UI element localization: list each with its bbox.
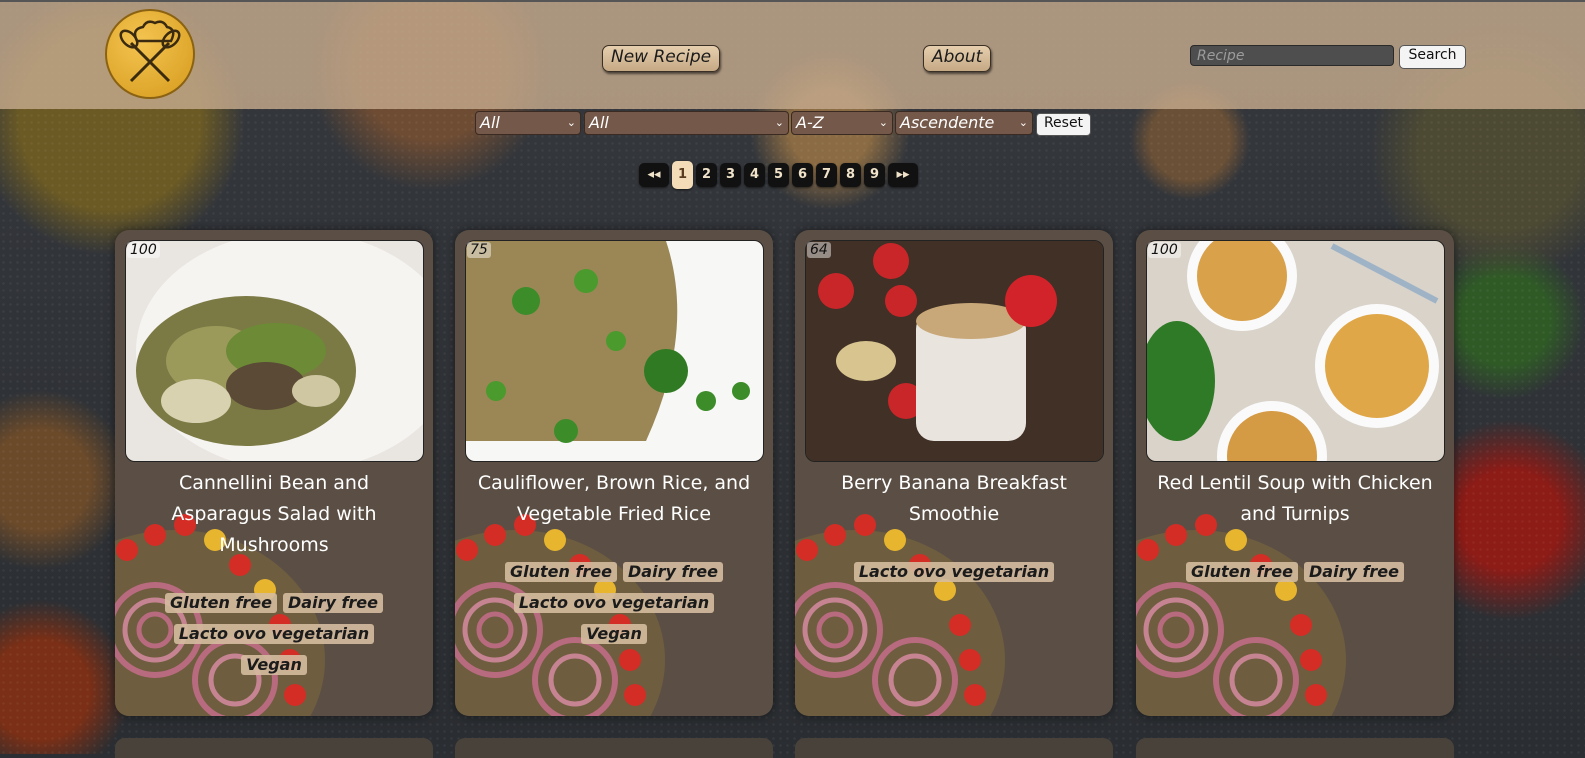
diet-tag: Lacto ovo vegetarian	[513, 593, 715, 613]
diet-tag: Gluten free	[1185, 562, 1298, 582]
diet-tags: Gluten free Dairy free	[1146, 556, 1444, 587]
diet-tags: Gluten free Dairy free Lacto ovo vegetari…	[465, 556, 763, 649]
recipe-image[interactable]	[805, 240, 1104, 462]
type-filter-value: All	[589, 113, 609, 132]
new-recipe-button[interactable]: New Recipe	[602, 45, 721, 72]
diet-tag: Vegan	[581, 624, 647, 644]
page-button-7[interactable]: 7	[816, 163, 837, 187]
diet-tags: Lacto ovo vegetarian	[805, 556, 1103, 587]
direction-select[interactable]: Ascendente ⌄	[895, 111, 1033, 135]
top-header: New Recipe About Search	[0, 0, 1585, 109]
recipe-title[interactable]: Berry Banana Breakfast Smoothie	[810, 468, 1098, 530]
diet-filter-value: All	[480, 113, 500, 132]
diet-tag: Lacto ovo vegetarian	[173, 624, 375, 644]
recipe-card-next-row	[455, 738, 773, 758]
chevron-down-icon: ⌄	[566, 116, 576, 129]
health-score: 100	[1148, 242, 1181, 258]
recipe-card-next-row	[115, 738, 433, 758]
chef-whisk-logo-icon[interactable]	[105, 9, 195, 99]
diet-tag: Gluten free	[164, 593, 277, 613]
chevron-down-icon: ⌄	[774, 116, 784, 129]
diet-tag: Dairy free	[1304, 562, 1405, 582]
recipe-title[interactable]: Cauliflower, Brown Rice, and Vegetable F…	[470, 468, 758, 530]
search-input[interactable]	[1190, 45, 1394, 66]
order-value: A-Z	[796, 113, 824, 132]
page-button-2[interactable]: 2	[696, 163, 717, 187]
diet-tag: Dairy free	[623, 562, 724, 582]
type-filter-select[interactable]: All ⌄	[584, 111, 789, 135]
page-button-8[interactable]: 8	[840, 163, 861, 187]
direction-value: Ascendente	[900, 113, 995, 132]
recipe-image[interactable]	[125, 240, 424, 462]
chevron-down-icon: ⌄	[1018, 116, 1028, 129]
recipe-card-next-row	[1136, 738, 1454, 758]
diet-filter-select[interactable]: All ⌄	[475, 111, 581, 135]
health-score: 75	[467, 242, 491, 258]
next-page-button[interactable]: ▸▸	[888, 163, 918, 187]
recipe-title[interactable]: Cannellini Bean and Asparagus Salad with…	[130, 468, 418, 561]
health-score: 100	[127, 242, 160, 258]
diet-tag: Gluten free	[504, 562, 617, 582]
diet-tag: Vegan	[241, 655, 307, 675]
recipe-card[interactable]: 64 Berry Banana Breakfast Smoothie Lacto…	[795, 230, 1113, 716]
diet-tags: Gluten free Dairy free Lacto ovo vegetari…	[125, 587, 423, 680]
recipe-card-next-row	[795, 738, 1113, 758]
page-button-4[interactable]: 4	[744, 163, 765, 187]
recipe-title[interactable]: Red Lentil Soup with Chicken and Turnips	[1151, 468, 1439, 530]
chevron-down-icon: ⌄	[878, 116, 888, 129]
page-button-5[interactable]: 5	[768, 163, 789, 187]
reset-button[interactable]: Reset	[1036, 113, 1091, 136]
recipe-image[interactable]	[1146, 240, 1445, 462]
prev-page-button[interactable]: ◂◂	[639, 163, 669, 187]
recipe-image[interactable]	[465, 240, 764, 462]
diet-tag: Lacto ovo vegetarian	[853, 562, 1055, 582]
vegetable-decoration	[1136, 514, 1346, 716]
diet-tag: Dairy free	[283, 593, 384, 613]
recipe-card[interactable]: 100 Red Lentil Soup with Chicken and Tur…	[1136, 230, 1454, 716]
order-select[interactable]: A-Z ⌄	[791, 111, 893, 135]
recipe-card[interactable]: 75 Cauliflower, Brown Rice, and Vegetabl…	[455, 230, 773, 716]
page-button-3[interactable]: 3	[720, 163, 741, 187]
page-button-1[interactable]: 1	[672, 161, 693, 189]
vegetable-decoration	[795, 514, 1005, 716]
page-button-6[interactable]: 6	[792, 163, 813, 187]
health-score: 64	[807, 242, 831, 258]
pagination: ◂◂ 1 2 3 4 5 6 7 8 9 ▸▸	[639, 161, 918, 189]
page-button-9[interactable]: 9	[864, 163, 885, 187]
search-button[interactable]: Search	[1399, 45, 1466, 69]
about-button[interactable]: About	[923, 45, 992, 72]
recipe-card[interactable]: 100 Cannellini Bean and Asparagus Salad …	[115, 230, 433, 716]
